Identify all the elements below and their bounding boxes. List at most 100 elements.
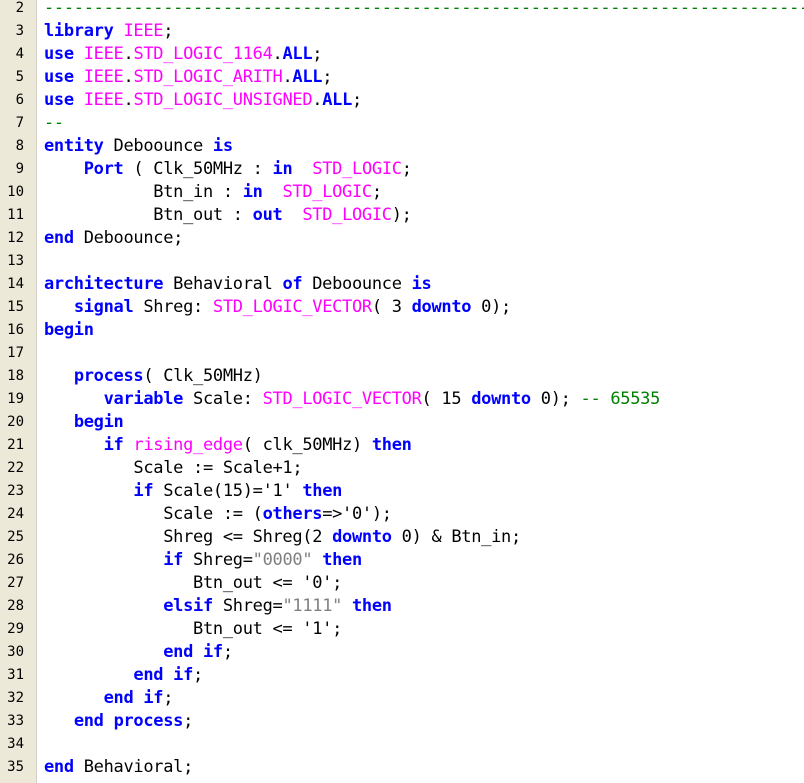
keyword-token: if xyxy=(163,550,184,570)
code-line[interactable]: 11 Btn_out : out STD_LOGIC); xyxy=(0,204,804,227)
code-text-token: ( 3 xyxy=(371,297,412,317)
line-number: 14 xyxy=(7,276,24,292)
code-line[interactable]: 14 architecture Behavioral of Deboounce i… xyxy=(0,273,804,296)
keyword-token: ALL xyxy=(292,67,323,87)
code-line[interactable]: 4 use IEEE.STD_LOGIC_1164.ALL; xyxy=(0,43,804,66)
code-line-text: begin xyxy=(44,319,94,342)
code-line[interactable]: 17 xyxy=(0,342,804,365)
line-number: 13 xyxy=(7,253,24,269)
code-line[interactable]: 30 end if; xyxy=(0,641,804,664)
code-line-text: variable Scale: STD_LOGIC_VECTOR( 15 dow… xyxy=(44,388,661,411)
keyword-token: library xyxy=(44,21,114,41)
code-line[interactable]: 35 end Behavioral; xyxy=(0,756,804,779)
code-text-token: 0) & Btn_in; xyxy=(391,527,522,547)
code-line-text: Btn_out <= '1'; xyxy=(44,618,342,641)
code-line[interactable]: 25 Shreg <= Shreg(2 downto 0) & Btn_in; xyxy=(0,526,804,549)
keyword-token: end xyxy=(44,757,74,777)
code-line[interactable]: 9 Port ( Clk_50MHz : in STD_LOGIC; xyxy=(0,158,804,181)
code-line[interactable]: 18 process( Clk_50MHz) xyxy=(0,365,804,388)
keyword-token: end xyxy=(163,642,194,662)
keyword-token: of xyxy=(282,274,303,294)
code-line[interactable]: 26 if Shreg="0000" then xyxy=(0,549,804,572)
code-line-text: Btn_out <= '0'; xyxy=(44,572,342,595)
line-number: 33 xyxy=(7,713,24,729)
keyword-token: if xyxy=(173,665,194,685)
keyword-token: process xyxy=(73,366,144,386)
code-line[interactable]: 27 Btn_out <= '0'; xyxy=(0,572,804,595)
code-line[interactable]: 22 Scale := Scale+1; xyxy=(0,457,804,480)
line-number: 16 xyxy=(7,322,24,338)
keyword-token: process xyxy=(113,711,184,731)
keyword-token: use xyxy=(44,67,74,87)
code-line[interactable]: 33 end process; xyxy=(0,710,804,733)
code-line[interactable]: 13 xyxy=(0,250,804,273)
code-line[interactable]: 3 library IEEE; xyxy=(0,20,804,43)
line-number: 8 xyxy=(15,138,24,154)
keyword-token: then xyxy=(322,550,362,570)
keyword-token: ALL xyxy=(282,44,313,64)
code-line[interactable]: 6 use IEEE.STD_LOGIC_UNSIGNED.ALL; xyxy=(0,89,804,112)
code-line[interactable]: 12 end Deboounce; xyxy=(0,227,804,250)
code-text-token: Behavioral; xyxy=(73,757,194,777)
code-line-text: signal Shreg: STD_LOGIC_VECTOR( 3 downto… xyxy=(44,296,511,319)
code-line[interactable]: 5 use IEEE.STD_LOGIC_ARITH.ALL; xyxy=(0,66,804,89)
code-text-token: ; xyxy=(163,21,174,41)
line-number: 34 xyxy=(7,736,24,752)
keyword-token: use xyxy=(44,90,74,110)
code-line[interactable]: 20 begin xyxy=(0,411,804,434)
code-line[interactable]: 34 xyxy=(0,733,804,756)
code-line-text: library IEEE; xyxy=(44,20,173,43)
code-line[interactable]: 32 end if; xyxy=(0,687,804,710)
code-line[interactable]: 16 begin xyxy=(0,319,804,342)
code-line[interactable]: 23 if Scale(15)='1' then xyxy=(0,480,804,503)
code-line[interactable]: 2 ---------------------------------------… xyxy=(0,0,804,20)
code-line[interactable]: 21 if rising_edge( clk_50MHz) then xyxy=(0,434,804,457)
code-text-token: Deboounce xyxy=(302,274,412,294)
keyword-token: if xyxy=(143,688,164,708)
line-number: 21 xyxy=(7,437,24,453)
string-literal-token: "1111" xyxy=(282,596,343,616)
code-line-text: architecture Behavioral of Deboounce is xyxy=(44,273,432,296)
keyword-token: others xyxy=(262,504,323,524)
code-text-token: . xyxy=(123,44,134,64)
type-token: IEEE xyxy=(123,21,164,41)
code-line[interactable]: 19 variable Scale: STD_LOGIC_VECTOR( 15 … xyxy=(0,388,804,411)
keyword-token: if xyxy=(202,642,223,662)
code-line[interactable]: 8 entity Deboounce is xyxy=(0,135,804,158)
code-line[interactable]: 31 end if; xyxy=(0,664,804,687)
code-line[interactable]: 28 elsif Shreg="1111" then xyxy=(0,595,804,618)
code-text-token: ( Clk_50MHz : xyxy=(123,159,273,179)
code-line-text: if rising_edge( clk_50MHz) then xyxy=(44,434,412,457)
code-line-text: process( Clk_50MHz) xyxy=(44,365,263,388)
keyword-token: then xyxy=(302,481,343,501)
keyword-token: end xyxy=(73,711,104,731)
line-number: 2 xyxy=(15,0,24,16)
keyword-token: then xyxy=(371,435,412,455)
code-text-token: . xyxy=(312,90,323,110)
code-text-token: . xyxy=(272,44,283,64)
code-text-token: 0); xyxy=(530,389,581,409)
line-number: 25 xyxy=(7,529,24,545)
line-number: 23 xyxy=(7,483,24,499)
code-line[interactable]: 29 Btn_out <= '1'; xyxy=(0,618,804,641)
code-line[interactable]: 10 Btn_in : in STD_LOGIC; xyxy=(0,181,804,204)
code-line[interactable]: 15 signal Shreg: STD_LOGIC_VECTOR( 3 dow… xyxy=(0,296,804,319)
code-text-token: . xyxy=(123,67,134,87)
code-line-text: entity Deboounce is xyxy=(44,135,233,158)
keyword-token: use xyxy=(44,44,74,64)
code-line[interactable]: 24 Scale := (others=>'0'); xyxy=(0,503,804,526)
line-number: 17 xyxy=(7,345,24,361)
code-text-token: . xyxy=(123,90,134,110)
code-editor[interactable]: 2 ---------------------------------------… xyxy=(0,0,804,783)
code-line[interactable]: 7 -- xyxy=(0,112,804,135)
